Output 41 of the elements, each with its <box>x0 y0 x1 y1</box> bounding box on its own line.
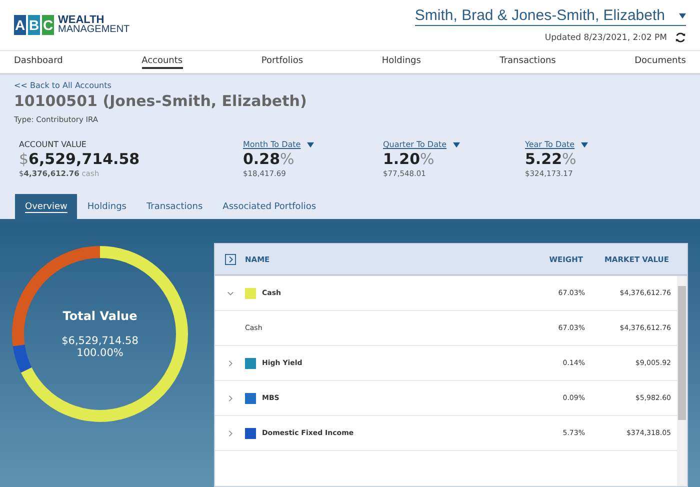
caret-icon <box>452 142 460 148</box>
client-selector[interactable]: Smith, Brad & Jones-Smith, Elizabeth <box>414 7 686 26</box>
tab[interactable]: Holdings <box>77 194 136 219</box>
expand-icon[interactable] <box>224 254 236 264</box>
refresh-icon[interactable] <box>675 32 686 43</box>
stat-value: 1.20% <box>383 150 436 168</box>
logo-letter: B <box>28 15 40 35</box>
back-link[interactable]: << Back to All Accounts <box>14 81 686 90</box>
chevron-right-icon[interactable] <box>226 430 234 436</box>
tab[interactable]: Overview <box>15 194 78 219</box>
tab[interactable]: Transactions <box>136 194 213 219</box>
chevron-right-icon[interactable] <box>226 394 234 402</box>
scrollbar[interactable] <box>677 276 687 486</box>
stat-label: ACCOUNT VALUE <box>19 140 88 149</box>
logo-letter: C <box>42 15 54 35</box>
donut-title: Total Value <box>62 309 138 323</box>
logo-text: WEALTH <box>58 15 104 25</box>
caret-icon <box>580 142 588 148</box>
nav-link[interactable]: Accounts <box>142 56 183 68</box>
period-selector[interactable]: Month To Date <box>243 140 383 149</box>
stat-value: 5.22% <box>525 150 578 168</box>
nav-link[interactable]: Dashboard <box>14 56 63 68</box>
tab[interactable]: Associated Portfolios <box>212 194 326 219</box>
chevron-right-icon[interactable] <box>226 360 234 366</box>
donut-value: $6,529,714.58 <box>62 335 138 347</box>
stat-value: $6,529,714.58 <box>19 150 141 168</box>
nav-link[interactable]: Transactions <box>500 56 556 68</box>
period-selector[interactable]: Year To Date <box>525 140 686 149</box>
updated-text: Updated 8/23/2021, 2:02 PM <box>544 32 667 42</box>
account-title: 10100501 (Jones-Smith, Elizabeth) <box>14 92 308 110</box>
period-selector[interactable]: Quarter To Date <box>383 140 525 149</box>
stat-value: 0.28% <box>243 150 296 168</box>
caret-icon <box>306 142 314 148</box>
nav-link[interactable]: Portfolios <box>261 56 304 68</box>
caret-icon <box>679 12 686 18</box>
chevron-down-icon[interactable] <box>226 290 234 296</box>
nav-link[interactable]: Holdings <box>382 56 421 68</box>
nav-link[interactable]: Documents <box>634 56 686 68</box>
logo-letter: A <box>14 15 26 35</box>
donut-percent: 100.00% <box>76 347 124 359</box>
logo-text: MANAGEMENT <box>58 25 130 35</box>
